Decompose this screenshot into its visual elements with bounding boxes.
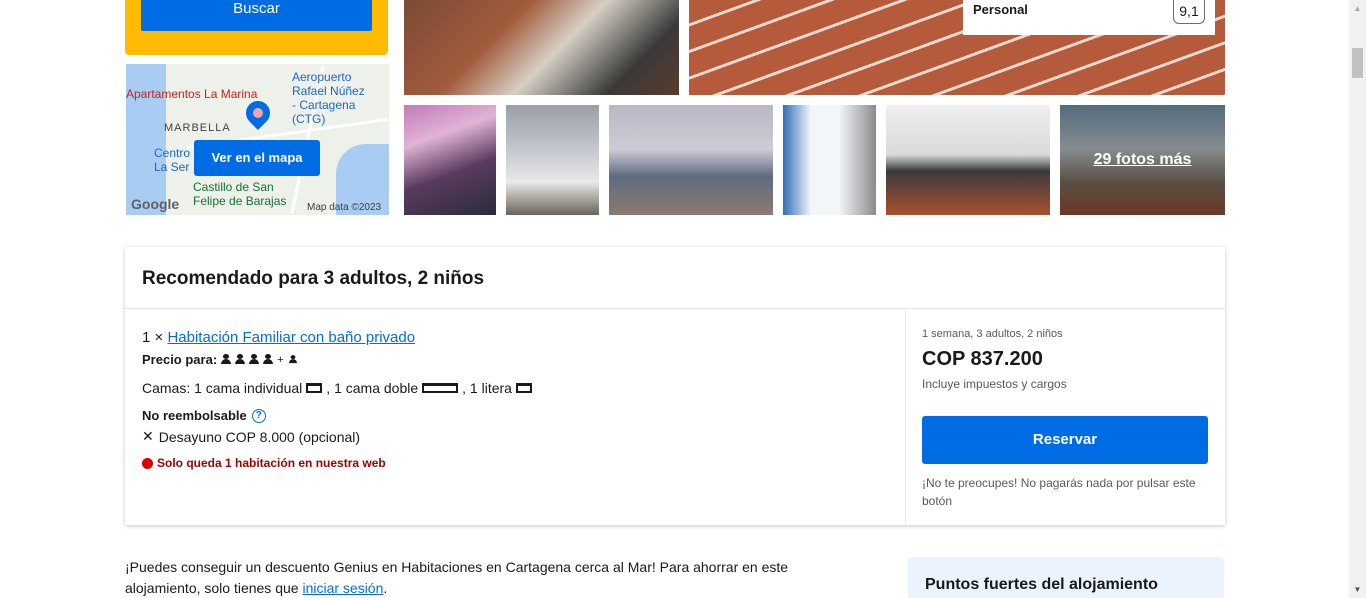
breakfast-option: ✕ Desayuno COP 8.000 (opcional) [142, 428, 360, 445]
taxes-note: Incluye impuestos y cargos [922, 377, 1067, 391]
adult-icon [249, 354, 260, 365]
price-for-label: Precio para: [142, 352, 218, 367]
red-dot-icon [142, 457, 153, 469]
page-scrollbar[interactable]: ▲ ▼ [1349, 0, 1366, 598]
search-button[interactable]: Buscar [141, 0, 372, 31]
scroll-up-arrow-icon[interactable]: ▲ [1349, 0, 1366, 17]
map-label-airport: Rafael Núñez [292, 84, 365, 98]
non-refundable: No reembolsable ? [142, 408, 266, 423]
search-panel: Buscar [125, 0, 388, 55]
question-icon[interactable]: ? [251, 408, 266, 423]
recommended-card: Recomendado para 3 adultos, 2 niños 1 × … [125, 247, 1225, 525]
map-attribution: Map data ©2023 [307, 202, 382, 213]
room-qty: 1 × [142, 329, 164, 346]
map-label-apartamentos: Apartamentos La Marina [126, 87, 258, 101]
genius-text-after: . [383, 580, 388, 596]
score-label: Personal [973, 2, 1028, 17]
map-label-airport: Aeropuerto [292, 70, 352, 84]
score-value: 9,1 [1173, 0, 1205, 24]
price-for: Precio para: + [142, 352, 298, 367]
hotel-thumbnail[interactable] [609, 105, 773, 215]
hotel-thumbnail[interactable] [783, 105, 876, 215]
hotel-photo[interactable] [404, 0, 679, 95]
map-preview[interactable]: Apartamentos La Marina Aeropuerto Rafael… [126, 64, 389, 215]
adult-icon [263, 354, 274, 365]
divider [125, 308, 1225, 309]
genius-text-before: ¡Puedes conseguir un descuento Genius en… [125, 559, 789, 596]
more-photos-thumbnail[interactable]: 29 fotos más [1060, 105, 1225, 215]
more-photos-label[interactable]: 29 fotos más [1060, 105, 1225, 215]
highlights-title: Puntos fuertes del alojamiento [925, 576, 1158, 593]
scroll-down-arrow-icon[interactable]: ▼ [1349, 581, 1366, 598]
reassure-note: ¡No te preocupes! No pagarás nada por pu… [922, 476, 1196, 508]
recommended-title: Recomendado para 3 adultos, 2 niños [142, 268, 485, 289]
beds-double: , 1 cama doble [326, 380, 419, 396]
room-name-link[interactable]: Habitación Familiar con baño privado [167, 329, 415, 346]
room-line: 1 × Habitación Familiar con baño privado [142, 329, 415, 346]
map-label-centro: Centro [154, 146, 191, 160]
total-price: COP 837.200 [922, 348, 1043, 370]
google-logo: Google [131, 196, 180, 212]
map-label-centro: La Ser [154, 160, 190, 174]
double-bed-icon [422, 383, 459, 393]
breakfast-label: Desayuno COP 8.000 (opcional) [158, 428, 361, 445]
map-label-airport: (CTG) [292, 112, 326, 126]
property-highlights: Puntos fuertes del alojamiento [908, 557, 1224, 598]
scarcity-alert: Solo queda 1 habitación en nuestra web [142, 456, 386, 470]
scarcity-text: Solo queda 1 habitación en nuestra web [157, 456, 386, 470]
map-label-castillo: Felipe de Barajas [193, 194, 287, 208]
divider [905, 309, 906, 525]
child-icon [288, 355, 297, 364]
adult-icon [221, 354, 232, 365]
map-label-marbella: MARBELLA [164, 122, 231, 134]
map-label-castillo: Castillo de San [193, 180, 274, 194]
hotel-thumbnail[interactable] [886, 105, 1050, 215]
beds-bunk: , 1 litera [462, 380, 512, 396]
cutlery-icon: ✕ [142, 428, 154, 444]
view-map-button[interactable]: Ver en el mapa [194, 140, 320, 176]
plus-sign: + [277, 353, 284, 366]
hotel-thumbnail[interactable] [506, 105, 599, 215]
non-refundable-label: No reembolsable [142, 408, 247, 423]
adult-icon [235, 354, 246, 365]
reserve-button[interactable]: Reservar [922, 416, 1208, 464]
genius-discount-text: ¡Puedes conseguir un descuento Genius en… [125, 557, 865, 598]
map-label-airport: - Cartagena [292, 98, 356, 112]
hotel-thumbnail[interactable] [404, 105, 496, 215]
beds-single: Camas: 1 cama individual [142, 380, 303, 396]
bunk-bed-icon [515, 383, 532, 393]
single-bed-icon [306, 383, 323, 393]
beds-line: Camas: 1 cama individual , 1 cama doble … [142, 380, 532, 396]
review-score-card: Personal 9,1 [963, 0, 1215, 35]
scrollbar-thumb[interactable] [1352, 48, 1363, 78]
stay-info: 1 semana, 3 adultos, 2 niños [922, 328, 1063, 340]
sign-in-link[interactable]: iniciar sesión [302, 580, 383, 596]
